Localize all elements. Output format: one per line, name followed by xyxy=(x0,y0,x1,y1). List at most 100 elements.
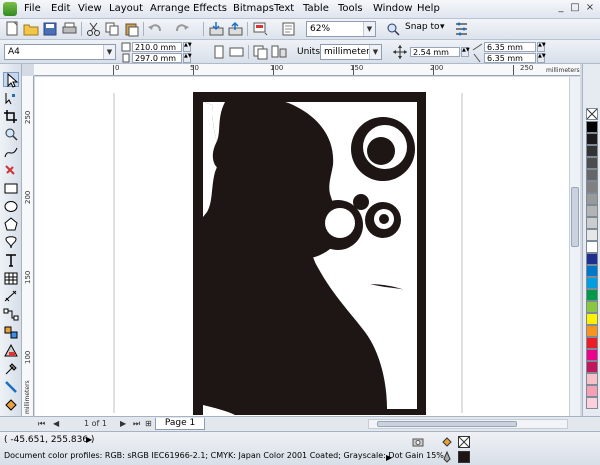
color-swatch[interactable] xyxy=(586,373,598,385)
restore-button[interactable]: □ xyxy=(569,3,581,14)
snap-to-button[interactable]: Snap to xyxy=(405,22,440,32)
color-swatch[interactable] xyxy=(586,253,598,265)
dup-x-spinner[interactable]: ▲▼ xyxy=(537,42,546,52)
color-swatch[interactable] xyxy=(586,361,598,373)
color-swatch[interactable] xyxy=(586,121,598,133)
save-icon[interactable] xyxy=(42,21,59,37)
pick-tool-icon[interactable] xyxy=(3,72,19,88)
color-swatch[interactable] xyxy=(586,193,598,205)
crop-tool-icon[interactable] xyxy=(3,109,19,124)
color-swatch[interactable] xyxy=(586,337,598,349)
last-page-button[interactable]: ⏭ xyxy=(133,419,140,429)
eyedropper-tool-icon[interactable] xyxy=(3,361,19,376)
profiles-arrow-icon[interactable]: ▶ xyxy=(386,453,392,462)
duplicate-distance-y-field[interactable]: 6.35 mm xyxy=(484,53,536,63)
transparency-tool-icon[interactable] xyxy=(3,343,19,358)
color-swatch[interactable] xyxy=(586,169,598,181)
menu-table[interactable]: Table xyxy=(303,3,329,14)
current-page-icon[interactable] xyxy=(270,44,287,60)
color-swatch[interactable] xyxy=(586,157,598,169)
cut-icon[interactable] xyxy=(85,21,102,37)
menu-layout[interactable]: Layout xyxy=(109,3,143,14)
duplicate-distance-x-field[interactable]: 6.35 mm xyxy=(484,42,536,52)
chevron-down-icon[interactable]: ▾ xyxy=(440,22,445,32)
connector-tool-icon[interactable] xyxy=(3,307,19,322)
camera-icon[interactable] xyxy=(412,436,424,448)
paste-icon[interactable] xyxy=(123,21,140,37)
zoom-icon[interactable] xyxy=(385,21,402,37)
options-icon[interactable] xyxy=(453,21,470,37)
add-page-icon[interactable]: ⊞ xyxy=(145,419,152,428)
page-tab[interactable]: Page 1 xyxy=(155,418,205,430)
color-swatch[interactable] xyxy=(586,205,598,217)
color-swatch[interactable] xyxy=(586,133,598,145)
portrait-icon[interactable] xyxy=(210,44,227,60)
height-spinner[interactable]: ▲▼ xyxy=(183,53,192,63)
color-swatch[interactable] xyxy=(586,181,598,193)
application-launcher-icon[interactable] xyxy=(252,21,269,37)
new-icon[interactable] xyxy=(4,21,21,37)
menu-help[interactable]: Help xyxy=(417,3,440,14)
previous-page-button[interactable]: ◀ xyxy=(53,419,59,428)
color-swatch[interactable] xyxy=(586,229,598,241)
nudge-distance-field[interactable]: 2.54 mm xyxy=(410,47,460,57)
paper-size-select[interactable]: A4 ▼ xyxy=(4,44,116,60)
open-icon[interactable] xyxy=(23,21,40,37)
zoom-level-select[interactable]: 62% ▼ xyxy=(306,21,376,37)
parallel-dimension-tool-icon[interactable] xyxy=(3,289,19,304)
first-page-button[interactable]: ⏮ xyxy=(38,419,45,429)
blend-tool-icon[interactable] xyxy=(3,325,19,340)
print-icon[interactable] xyxy=(61,21,78,37)
color-swatch[interactable] xyxy=(586,217,598,229)
color-swatch[interactable] xyxy=(586,241,598,253)
color-swatch[interactable] xyxy=(586,277,598,289)
vertical-scrollbar[interactable] xyxy=(569,77,580,416)
freehand-tool-icon[interactable] xyxy=(3,145,19,160)
page-height-field[interactable]: 297.0 mm xyxy=(132,53,182,63)
nudge-spinner[interactable]: ▲▼ xyxy=(461,47,470,57)
outline-tool-icon[interactable] xyxy=(3,379,19,394)
smart-fill-tool-icon[interactable] xyxy=(3,163,19,178)
menu-view[interactable]: View xyxy=(78,3,102,14)
outline-pen-icon[interactable] xyxy=(441,451,453,463)
import-icon[interactable] xyxy=(208,21,225,37)
color-swatch[interactable] xyxy=(586,301,598,313)
basic-shapes-tool-icon[interactable] xyxy=(3,235,19,250)
drawing-canvas[interactable] xyxy=(35,77,569,416)
color-swatch[interactable] xyxy=(586,313,598,325)
dup-y-spinner[interactable]: ▲▼ xyxy=(537,53,546,63)
horizontal-scroll-thumb[interactable] xyxy=(377,421,517,427)
outline-color-swatch[interactable] xyxy=(458,451,470,463)
ellipse-tool-icon[interactable] xyxy=(3,199,19,214)
close-button[interactable]: × xyxy=(584,3,596,14)
next-page-button[interactable]: ▶ xyxy=(120,419,126,428)
welcome-screen-icon[interactable] xyxy=(280,21,297,37)
table-tool-icon[interactable] xyxy=(3,271,19,286)
menu-arrange[interactable]: Arrange xyxy=(150,3,190,14)
units-select[interactable]: millimeters ▼ xyxy=(320,44,382,60)
menu-bitmaps[interactable]: Bitmaps xyxy=(233,3,274,14)
menu-text[interactable]: Text xyxy=(274,3,294,14)
horizontal-scrollbar[interactable] xyxy=(368,419,568,429)
zoom-tool-icon[interactable] xyxy=(3,127,19,142)
play-arrow-icon[interactable]: ▶ xyxy=(86,435,92,444)
copy-icon[interactable] xyxy=(104,21,121,37)
undo-icon[interactable] xyxy=(147,21,164,37)
redo-icon[interactable] xyxy=(173,21,190,37)
text-tool-icon[interactable] xyxy=(3,253,19,268)
vertical-ruler[interactable]: 250 200 150 100 millimeters xyxy=(22,76,34,416)
color-swatch[interactable] xyxy=(586,385,598,397)
woman-silhouette-artwork[interactable] xyxy=(35,77,569,416)
menu-edit[interactable]: Edit xyxy=(51,3,70,14)
vertical-scroll-thumb[interactable] xyxy=(571,187,579,247)
no-color-swatch[interactable] xyxy=(586,108,598,120)
rectangle-tool-icon[interactable] xyxy=(3,181,19,196)
polygon-tool-icon[interactable] xyxy=(3,217,19,232)
fill-tool-icon[interactable] xyxy=(3,397,19,412)
color-swatch[interactable] xyxy=(586,349,598,361)
color-swatch[interactable] xyxy=(586,397,598,409)
horizontal-ruler[interactable]: 0 50 100 150 200 250 millimeters xyxy=(34,64,580,76)
page-width-field[interactable]: 210.0 mm xyxy=(132,42,182,52)
menu-tools[interactable]: Tools xyxy=(338,3,363,14)
no-fill-icon[interactable] xyxy=(458,436,470,448)
